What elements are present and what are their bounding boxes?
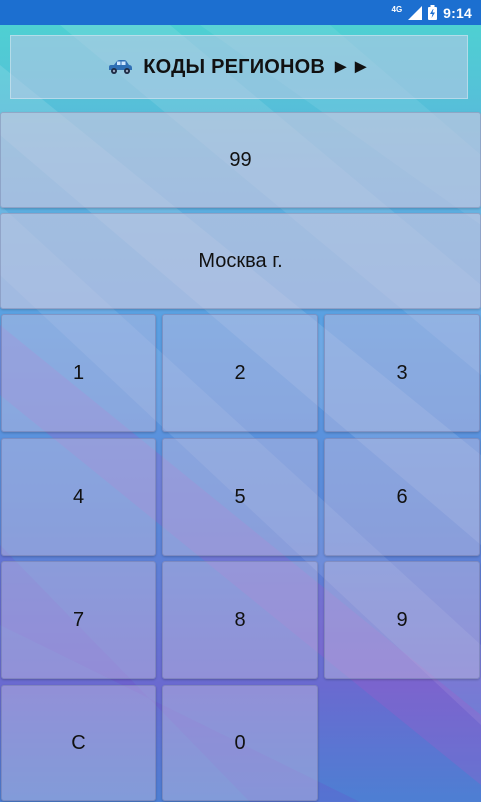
key-2[interactable]: 2 (162, 314, 318, 432)
region-code-display: 99 (0, 112, 481, 208)
region-name-display: Москва г. (0, 213, 481, 309)
key-5[interactable]: 5 (162, 438, 318, 556)
key-4[interactable]: 4 (1, 438, 156, 556)
header-title-button[interactable]: КОДЫ РЕГИОНОВ ►► (10, 35, 468, 99)
clock-time: 9:14 (443, 4, 472, 21)
key-8[interactable]: 8 (162, 561, 318, 679)
key-6[interactable]: 6 (324, 438, 480, 556)
key-clear[interactable]: C (1, 685, 156, 801)
key-0[interactable]: 0 (162, 685, 318, 801)
network-type: 4G (391, 4, 403, 14)
key-3[interactable]: 3 (324, 314, 480, 432)
battery-charging-icon (428, 5, 438, 20)
key-1[interactable]: 1 (1, 314, 156, 432)
status-bar-right: 4G 9:14 (392, 0, 473, 25)
key-7[interactable]: 7 (1, 561, 156, 679)
signal-icon (408, 5, 423, 20)
status-bar: 4G 9:14 (0, 0, 481, 25)
header-title: КОДЫ РЕГИОНОВ ►► (143, 55, 371, 78)
key-9[interactable]: 9 (324, 561, 480, 679)
car-icon (109, 60, 133, 74)
